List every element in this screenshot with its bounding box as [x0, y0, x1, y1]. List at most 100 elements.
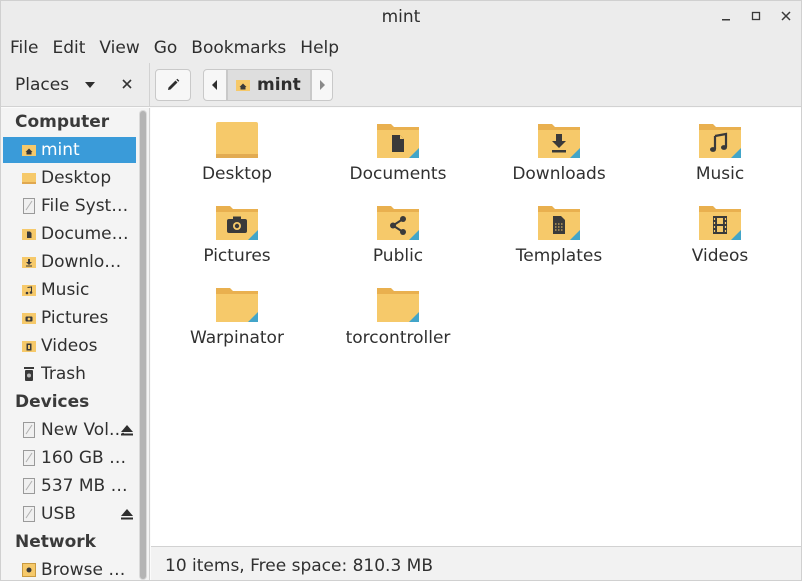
sidebar-item-usb[interactable]: USB: [3, 501, 136, 527]
file-name: Warpinator: [190, 328, 284, 348]
templates-folder-icon: [538, 206, 580, 240]
path-segment-mint[interactable]: mint: [227, 69, 311, 101]
sidebar-item-label: Downloads: [41, 252, 129, 272]
sidebar-item-label: mint: [41, 140, 80, 160]
drive-icon: [21, 506, 37, 522]
sidebar-item-label: Desktop: [41, 168, 112, 188]
path-back-button[interactable]: [203, 69, 227, 101]
status-bar: 10 items, Free space: 810.3 MB: [151, 546, 801, 580]
menu-file[interactable]: File: [3, 33, 45, 63]
home-icon: [21, 142, 37, 158]
section-heading-devices: Devices: [15, 392, 90, 412]
file-item-music[interactable]: Music: [650, 108, 790, 188]
downloads-folder-icon: [21, 254, 37, 270]
sidebar-item-label: 160 GB Volume: [41, 448, 129, 468]
dropdown-arrow-icon: [85, 82, 95, 88]
videos-folder-icon: [21, 338, 37, 354]
toggle-location-entry-button[interactable]: [155, 69, 191, 101]
file-item-downloads[interactable]: Downloads: [489, 108, 629, 188]
window-title: mint: [381, 7, 421, 27]
menu-edit[interactable]: Edit: [45, 33, 92, 63]
path-forward-button[interactable]: [311, 69, 333, 101]
sidebar-item-trash[interactable]: Trash: [3, 361, 136, 387]
status-text: 10 items, Free space: 810.3 MB: [165, 556, 433, 576]
menu-view[interactable]: View: [92, 33, 146, 63]
sidebar-item-documents[interactable]: Documents: [3, 221, 136, 247]
sidebar-item-label: Browse Network: [41, 560, 129, 580]
sidebar-item-label: Music: [41, 280, 90, 300]
maximize-button[interactable]: [745, 5, 767, 27]
videos-folder-icon: [699, 206, 741, 240]
music-folder-icon: [21, 282, 37, 298]
sidebar-item-label: New Volume: [41, 420, 129, 440]
documents-folder-icon: [21, 226, 37, 242]
file-name: Music: [695, 164, 745, 184]
pictures-folder-icon: [21, 310, 37, 326]
sidebar-item-pictures[interactable]: Pictures: [3, 305, 136, 331]
trash-icon: [21, 366, 37, 382]
file-manager-window: mint File Edit View Go Bookmarks Help Pl…: [0, 0, 802, 581]
file-item-desktop[interactable]: Desktop: [167, 108, 307, 188]
sidebar-item-videos[interactable]: Videos: [3, 333, 136, 359]
sidebar-item-label: File System: [41, 196, 129, 216]
places-sidebar: Computer mint Desktop File System Docume…: [1, 108, 150, 580]
minimize-button[interactable]: [715, 5, 737, 27]
network-icon: [21, 562, 37, 578]
close-sidebar-button[interactable]: [117, 75, 137, 95]
sidebar-item-file-system[interactable]: File System: [3, 193, 136, 219]
toolbar: Places mint: [1, 63, 801, 107]
menu-go[interactable]: Go: [147, 33, 185, 63]
sidebar-item-160gb-volume[interactable]: 160 GB Volume: [3, 445, 136, 471]
drive-icon: [21, 478, 37, 494]
eject-icon[interactable]: [119, 506, 135, 522]
sidebar-item-537mb-volume[interactable]: 537 MB Volume: [3, 473, 136, 499]
file-name: Templates: [515, 246, 603, 266]
pictures-folder-icon: [216, 206, 258, 240]
home-icon: [236, 80, 250, 91]
sidebar-item-new-volume[interactable]: New Volume: [3, 417, 136, 443]
file-view[interactable]: Desktop Documents Downloads Music Pictur…: [151, 108, 801, 546]
pencil-icon: [168, 78, 180, 90]
folder-icon: [377, 288, 419, 322]
sidebar-item-label: Trash: [41, 364, 86, 384]
file-item-templates[interactable]: Templates: [489, 190, 629, 270]
sidebar-item-mint[interactable]: mint: [3, 137, 136, 163]
sidebar-item-music[interactable]: Music: [3, 277, 136, 303]
menu-bar: File Edit View Go Bookmarks Help: [1, 33, 801, 63]
eject-icon[interactable]: [119, 422, 135, 438]
file-item-torcontroller[interactable]: torcontroller: [328, 272, 468, 352]
file-item-public[interactable]: Public: [328, 190, 468, 270]
maximize-icon: [751, 11, 761, 21]
chevron-right-icon: [320, 80, 325, 90]
sidebar-item-label: Documents: [41, 224, 129, 244]
file-item-documents[interactable]: Documents: [328, 108, 468, 188]
music-folder-icon: [699, 124, 741, 158]
file-item-videos[interactable]: Videos: [650, 190, 790, 270]
chevron-left-icon: [212, 80, 217, 90]
menu-help[interactable]: Help: [293, 33, 346, 63]
path-segment-label: mint: [257, 75, 301, 95]
file-name: torcontroller: [345, 328, 451, 348]
sidebar-item-browse-network[interactable]: Browse Network: [3, 557, 136, 580]
close-icon: [122, 79, 132, 89]
title-bar[interactable]: mint: [1, 1, 801, 33]
sidebar-item-desktop[interactable]: Desktop: [3, 165, 136, 191]
sidebar-item-label: USB: [41, 504, 76, 524]
file-name: Public: [372, 246, 424, 266]
file-name: Desktop: [201, 164, 273, 184]
places-label: Places: [15, 75, 70, 95]
close-button[interactable]: [775, 5, 797, 27]
scrollbar-thumb[interactable]: [140, 111, 146, 579]
file-name: Pictures: [203, 246, 271, 266]
file-item-pictures[interactable]: Pictures: [167, 190, 307, 270]
sidebar-item-downloads[interactable]: Downloads: [3, 249, 136, 275]
file-name: Videos: [691, 246, 749, 266]
sidebar-item-label: Videos: [41, 336, 98, 356]
section-heading-network: Network: [15, 532, 96, 552]
menu-bookmarks[interactable]: Bookmarks: [184, 33, 293, 63]
places-dropdown-button[interactable]: [81, 77, 99, 93]
documents-folder-icon: [377, 124, 419, 158]
sidebar-scrollbar[interactable]: [139, 110, 147, 580]
file-name: Downloads: [512, 164, 606, 184]
file-item-warpinator[interactable]: Warpinator: [167, 272, 307, 352]
